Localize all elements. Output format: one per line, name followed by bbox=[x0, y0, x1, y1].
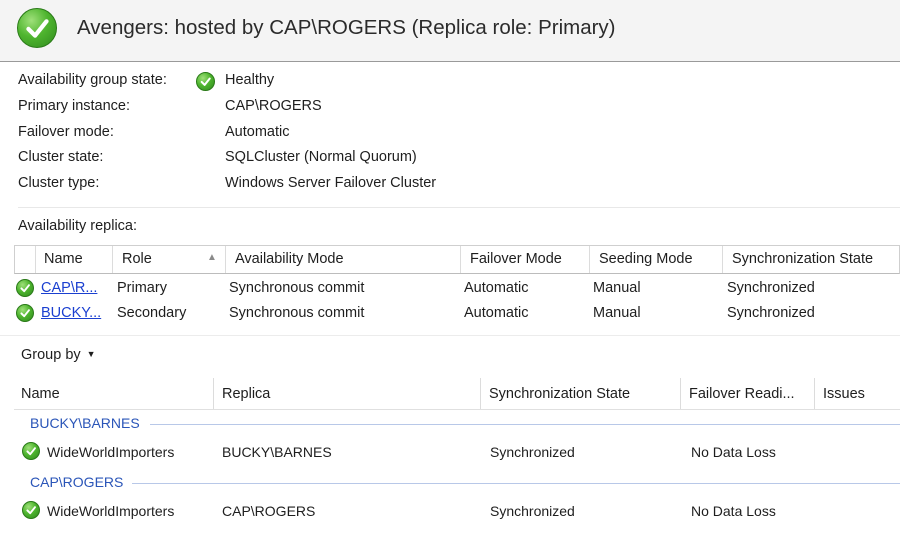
col-header-role[interactable]: Role bbox=[122, 251, 152, 267]
database-name: WideWorldImporters bbox=[47, 503, 175, 519]
cluster-type-label: Cluster type: bbox=[18, 175, 100, 191]
failover-mode-value: Automatic bbox=[225, 124, 290, 140]
column-divider bbox=[35, 246, 36, 273]
section-divider bbox=[0, 335, 900, 336]
column-divider[interactable] bbox=[722, 246, 723, 273]
database-failover-readiness: No Data Loss bbox=[691, 444, 776, 460]
replica-name-link[interactable]: BUCKY... bbox=[41, 305, 101, 321]
col-header-name[interactable]: Name bbox=[44, 251, 83, 267]
group-header[interactable]: BUCKY\BARNES bbox=[30, 415, 140, 431]
group-by-dropdown[interactable]: Group by ▼ bbox=[21, 347, 96, 363]
group-by-label: Group by bbox=[21, 347, 81, 363]
column-divider[interactable] bbox=[112, 246, 113, 273]
ag-state-label: Availability group state: bbox=[18, 72, 167, 88]
column-divider[interactable] bbox=[814, 378, 815, 410]
replica-section-label: Availability replica: bbox=[18, 218, 138, 234]
database-name: WideWorldImporters bbox=[47, 444, 175, 460]
replica-failover-mode: Automatic bbox=[464, 305, 529, 321]
database-sync-state: Synchronized bbox=[490, 444, 575, 460]
ok-check-icon bbox=[16, 304, 34, 322]
replica-seeding-mode: Manual bbox=[593, 305, 641, 321]
column-divider[interactable] bbox=[225, 246, 226, 273]
cluster-type-value: Windows Server Failover Cluster bbox=[225, 175, 437, 191]
ag-state-value: Healthy bbox=[225, 72, 275, 88]
col-header-issues[interactable]: Issues bbox=[823, 386, 865, 402]
col-header-replica[interactable]: Replica bbox=[222, 386, 270, 402]
ok-check-icon bbox=[16, 279, 34, 297]
database-replica: BUCKY\BARNES bbox=[222, 444, 332, 460]
replica-role: Secondary bbox=[117, 305, 187, 321]
replica-sync-state: Synchronized bbox=[727, 280, 815, 296]
col-header-seeding-mode[interactable]: Seeding Mode bbox=[599, 251, 693, 267]
col-header-db-name[interactable]: Name bbox=[21, 386, 60, 402]
database-replica: CAP\ROGERS bbox=[222, 503, 316, 519]
ok-check-icon bbox=[17, 8, 57, 48]
section-divider bbox=[18, 207, 900, 208]
group-divider bbox=[150, 424, 900, 425]
col-header-availability-mode[interactable]: Availability Mode bbox=[235, 251, 344, 267]
primary-instance-label: Primary instance: bbox=[18, 98, 131, 114]
primary-instance-value: CAP\ROGERS bbox=[225, 98, 322, 114]
replica-role: Primary bbox=[117, 280, 167, 296]
page-title: Avengers: hosted by CAP\ROGERS (Replica … bbox=[77, 16, 616, 39]
cluster-state-value: SQLCluster (Normal Quorum) bbox=[225, 149, 417, 165]
header-divider bbox=[14, 409, 900, 410]
database-sync-state: Synchronized bbox=[490, 503, 575, 519]
column-divider[interactable] bbox=[460, 246, 461, 273]
cluster-state-label: Cluster state: bbox=[18, 149, 104, 165]
column-divider[interactable] bbox=[680, 378, 681, 410]
replica-failover-mode: Automatic bbox=[464, 280, 529, 296]
replica-row[interactable]: BUCKY... Secondary Synchronous commit Au… bbox=[14, 301, 900, 326]
replica-seeding-mode: Manual bbox=[593, 280, 641, 296]
replica-availability-mode: Synchronous commit bbox=[229, 280, 365, 296]
replica-grid-header: Name Role ▲ Availability Mode Failover M… bbox=[14, 245, 900, 274]
col-header-db-sync-state[interactable]: Synchronization State bbox=[489, 386, 630, 402]
replica-availability-mode: Synchronous commit bbox=[229, 305, 365, 321]
group-header[interactable]: CAP\ROGERS bbox=[30, 474, 123, 490]
ok-check-icon bbox=[196, 72, 215, 91]
failover-mode-label: Failover mode: bbox=[18, 124, 114, 140]
column-divider[interactable] bbox=[589, 246, 590, 273]
replica-sync-state: Synchronized bbox=[727, 305, 815, 321]
sort-ascending-icon: ▲ bbox=[207, 252, 217, 263]
col-header-failover-mode[interactable]: Failover Mode bbox=[470, 251, 562, 267]
ok-check-icon bbox=[22, 442, 40, 460]
caret-down-icon: ▼ bbox=[86, 349, 96, 359]
col-header-sync-state[interactable]: Synchronization State bbox=[732, 251, 873, 267]
group-divider bbox=[132, 483, 900, 484]
col-header-failover-readiness[interactable]: Failover Readi... bbox=[689, 386, 795, 402]
column-divider[interactable] bbox=[213, 378, 214, 410]
replica-row[interactable]: CAP\R... Primary Synchronous commit Auto… bbox=[14, 276, 900, 301]
column-divider[interactable] bbox=[480, 378, 481, 410]
database-failover-readiness: No Data Loss bbox=[691, 503, 776, 519]
ok-check-icon bbox=[22, 501, 40, 519]
dashboard-header: Avengers: hosted by CAP\ROGERS (Replica … bbox=[0, 0, 900, 62]
replica-name-link[interactable]: CAP\R... bbox=[41, 280, 97, 296]
